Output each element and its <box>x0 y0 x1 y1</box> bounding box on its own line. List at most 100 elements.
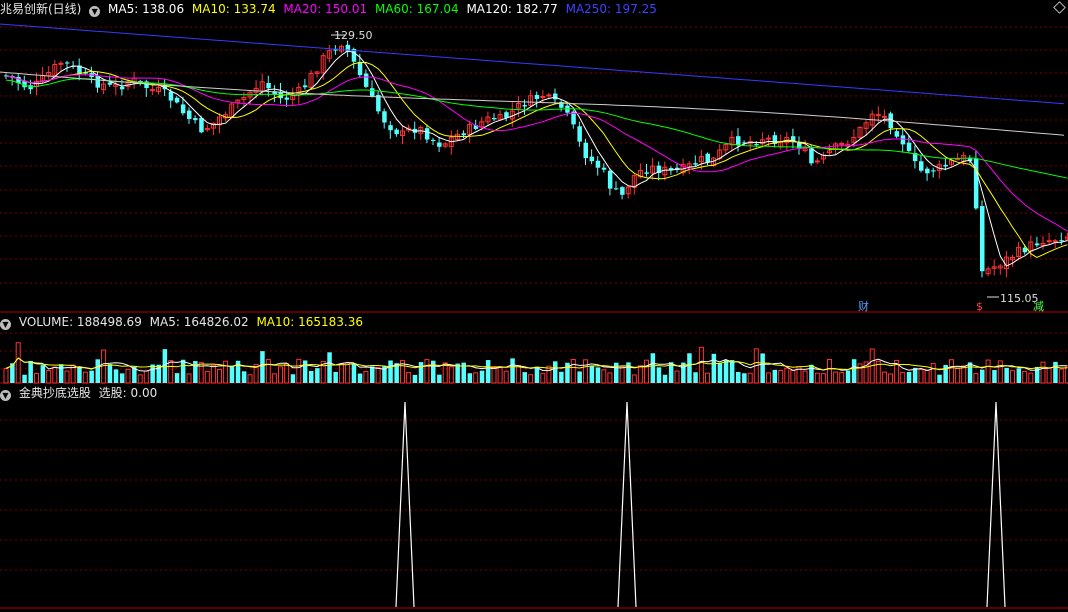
volume-bar <box>15 342 21 384</box>
ma5-line <box>5 50 1068 267</box>
reduction-marker[interactable]: 减 <box>1033 300 1044 313</box>
volume-bar <box>820 373 826 384</box>
volume-bar <box>290 374 296 383</box>
volume-bar <box>992 370 997 383</box>
volume-bar <box>839 372 845 384</box>
volume-bar <box>570 359 576 384</box>
volume-bar <box>260 351 265 383</box>
volume-bar <box>150 364 155 383</box>
volume-bar <box>778 370 784 384</box>
volume-bar <box>802 370 808 384</box>
candle-body <box>766 137 771 140</box>
candle-body <box>919 161 924 171</box>
volume-bar <box>559 371 564 383</box>
candle-body <box>644 172 649 174</box>
volume-bar <box>46 370 52 384</box>
volume-bar <box>747 372 753 384</box>
volume-bar <box>662 374 668 383</box>
volume-bar <box>949 359 954 384</box>
chevron-down-icon[interactable]: ▼ <box>0 319 11 330</box>
volume-bar <box>729 360 735 383</box>
candle-body <box>906 142 912 151</box>
volume-bar <box>34 372 39 384</box>
volume-bar <box>637 365 643 384</box>
candle-body <box>839 142 845 145</box>
candle-body <box>973 158 979 209</box>
volume-bar <box>3 367 9 384</box>
candle-body <box>620 187 625 195</box>
volume-ma5-label: MA5: 164826.02 <box>149 315 249 329</box>
volume-bar <box>766 372 771 384</box>
volume-bar <box>906 371 912 383</box>
volume-bar <box>1040 361 1046 384</box>
volume-bar <box>656 367 662 383</box>
volume-bar <box>210 364 216 384</box>
volume-bar <box>1022 370 1028 384</box>
volume-bar <box>95 359 100 383</box>
candle-body <box>607 170 613 189</box>
indicator-pane-header: ▼ 金典抄底选股 选股: 0.00 <box>0 384 161 402</box>
candle-body <box>376 94 381 112</box>
ma120-label: MA120: 182.77 <box>466 2 558 16</box>
candle-body <box>900 135 906 145</box>
volume-bar <box>174 373 180 383</box>
volume-bar <box>833 371 839 384</box>
volume-bar <box>607 372 613 384</box>
candle-body <box>168 91 174 101</box>
indicator-value: 选股: 0.00 <box>98 386 158 400</box>
candle-body <box>437 142 442 147</box>
volume-bar <box>814 372 820 384</box>
volume-bar <box>540 372 546 384</box>
candlesticks <box>4 40 1068 278</box>
candle-body <box>943 164 948 167</box>
volume-bar <box>583 359 588 384</box>
indicator-signals <box>395 401 1006 608</box>
volume-bar <box>204 370 210 384</box>
volume-bar <box>930 363 936 384</box>
volume-bar <box>967 362 973 383</box>
volume-bar <box>363 371 369 384</box>
candle-body <box>149 89 155 92</box>
volume-bar <box>698 346 704 384</box>
volume-bar <box>1053 361 1058 383</box>
candle-body <box>431 139 436 142</box>
candle-body <box>553 93 558 100</box>
candle-body <box>357 62 363 76</box>
volume-bar <box>1046 367 1052 384</box>
candle-body <box>601 167 607 170</box>
volume-bar <box>467 373 473 383</box>
candle-body <box>95 76 100 88</box>
candle-body <box>589 156 595 162</box>
volume-bar <box>40 365 46 383</box>
indicator-title: 金典抄底选股 <box>18 386 91 400</box>
candle-body <box>583 142 588 159</box>
volume-bar <box>101 349 107 384</box>
chevron-down-icon[interactable]: ▼ <box>89 6 101 17</box>
ma60-label: MA60: 167.04 <box>374 2 459 16</box>
financial-report-marker[interactable]: 财 <box>858 299 869 313</box>
volume-bar <box>515 365 521 384</box>
volume-bar <box>845 370 851 383</box>
volume-bar <box>431 360 436 383</box>
candle-body <box>199 117 204 133</box>
volume-bar <box>473 372 479 384</box>
volume-bar <box>119 373 125 383</box>
volume-bar <box>339 363 344 384</box>
candle-body <box>614 188 619 190</box>
volume-bar <box>406 372 412 384</box>
candle-body <box>174 97 180 103</box>
volume-bar <box>790 370 796 384</box>
volume-bar <box>1028 372 1034 384</box>
volume-ma10-label: MA10: 165183.36 <box>256 315 364 329</box>
volume-bar <box>168 360 174 384</box>
volume-bar <box>22 374 27 383</box>
chevron-down-icon[interactable]: ▼ <box>0 390 11 401</box>
volume-bar <box>485 360 491 383</box>
volume-bar <box>198 361 204 384</box>
candle-body <box>58 62 64 65</box>
kline-chart[interactable]: 129.50 115.05 财 $ 减 <box>0 0 1068 612</box>
volume-bar <box>479 370 485 383</box>
volume-bar <box>888 373 893 384</box>
volume-bar <box>827 359 832 384</box>
dividend-marker[interactable]: $ <box>976 300 983 313</box>
